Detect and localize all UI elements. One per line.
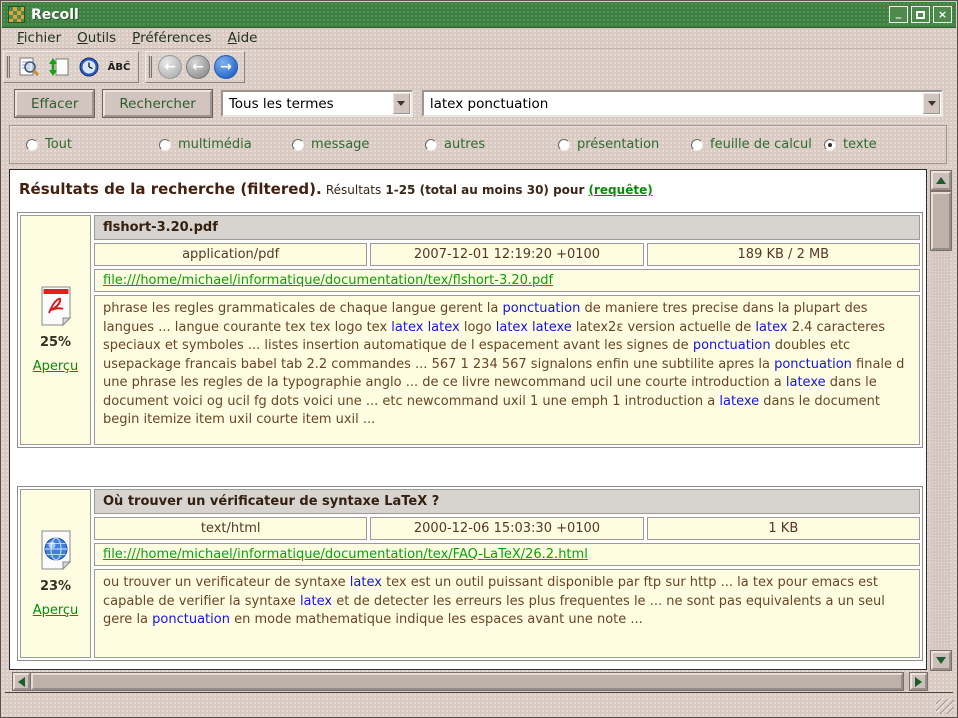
scroll-left-icon[interactable] <box>13 673 30 690</box>
result-title[interactable]: flshort-3.20.pdf <box>94 215 920 240</box>
titlebar[interactable]: Recoll _ × <box>2 2 956 28</box>
pdf-document-icon[interactable] <box>39 286 73 326</box>
filter-radio-tout[interactable]: Tout <box>26 137 159 152</box>
search-input[interactable]: latex ponctuation <box>422 90 943 117</box>
sort-update-icon[interactable] <box>46 54 72 80</box>
scroll-right-icon[interactable] <box>910 673 927 690</box>
menubar: Fichier Outils Préférences Aide <box>2 28 956 49</box>
result-url-cell: file:///home/michael/informatique/docume… <box>94 269 920 292</box>
chevron-down-icon[interactable] <box>923 93 940 114</box>
result-mime: text/html <box>94 517 367 540</box>
recoll-window: Recoll _ × Fichier Outils Préférences Ai… <box>0 0 958 718</box>
result-url-link[interactable]: file:///home/michael/informatique/docume… <box>103 547 588 562</box>
radio-icon <box>425 139 437 151</box>
results-title: Résultats de la recherche (filtered). <box>19 180 322 198</box>
menu-aide[interactable]: Aide <box>221 28 265 48</box>
result-url-link[interactable]: file:///home/michael/informatique/docume… <box>103 273 553 288</box>
next-page-icon[interactable]: → <box>214 55 238 79</box>
chevron-down-icon[interactable] <box>393 93 410 114</box>
menu-fichier[interactable]: Fichier <box>10 28 68 48</box>
filter-radio-message[interactable]: message <box>292 137 425 152</box>
maximize-button[interactable] <box>911 6 930 23</box>
results-heading: Résultats de la recherche (filtered). Ré… <box>17 178 922 212</box>
result-date: 2000-12-06 15:03:30 +0100 <box>370 517 643 540</box>
horizontal-scrollbar[interactable] <box>13 673 927 690</box>
result-item-2: 23% Aperçu Où trouver un vérificateur de… <box>17 486 923 661</box>
toolbar-handle[interactable] <box>6 56 10 78</box>
result-title[interactable]: Où trouver un vérificateur de syntaxe La… <box>94 489 920 514</box>
toolbar: ÂBĈ ← ← → <box>3 51 245 83</box>
first-page-icon[interactable]: ← <box>158 55 182 79</box>
window-title: Recoll <box>31 7 79 23</box>
relevance-percent: 25% <box>40 335 71 350</box>
result-size: 1 KB <box>647 517 920 540</box>
horizontal-scrollbar-thumb[interactable] <box>31 673 903 690</box>
result-side-cell: 25% Aperçu <box>20 215 91 445</box>
history-clock-icon[interactable] <box>76 54 102 80</box>
vertical-scrollbar[interactable] <box>931 171 951 670</box>
resize-grip[interactable] <box>936 699 954 714</box>
recoll-app-icon <box>8 6 25 23</box>
result-snippet: ou trouver un verificateur de syntaxe la… <box>94 569 920 658</box>
result-meta-row: text/html 2000-12-06 15:03:30 +0100 1 KB <box>94 517 920 540</box>
result-meta-row: application/pdf 2007-12-01 12:19:20 +010… <box>94 243 920 266</box>
result-mime: application/pdf <box>94 243 367 266</box>
scroll-up-icon[interactable] <box>931 171 951 190</box>
close-button[interactable]: × <box>933 6 952 23</box>
term-explorer-icon[interactable]: ÂBĈ <box>106 54 132 80</box>
filter-radio-texte[interactable]: texte <box>824 137 877 152</box>
radio-icon <box>292 139 304 151</box>
filter-radio-presentation[interactable]: présentation <box>558 137 691 152</box>
advanced-search-icon[interactable] <box>16 54 42 80</box>
scroll-down-icon[interactable] <box>931 651 951 670</box>
results-list: Résultats de la recherche (filtered). Ré… <box>9 169 927 670</box>
html-document-icon[interactable] <box>39 530 73 570</box>
search-row: Effacer Rechercher Tous les termes latex… <box>15 90 943 118</box>
query-link[interactable]: (requête) <box>589 183 653 197</box>
preview-link[interactable]: Aperçu <box>33 359 79 374</box>
result-date: 2007-12-01 12:19:20 +0100 <box>370 243 643 266</box>
filter-radio-autres[interactable]: autres <box>425 137 558 152</box>
menu-preferences[interactable]: Préférences <box>125 28 218 48</box>
filter-radio-multimedia[interactable]: multimédia <box>159 137 292 152</box>
radio-icon <box>691 139 703 151</box>
vertical-scrollbar-thumb[interactable] <box>931 192 951 250</box>
toolbar-group-nav: ← ← → <box>145 51 245 83</box>
result-item-1: 25% Aperçu flshort-3.20.pdf application/… <box>17 212 923 448</box>
toolbar-group-main: ÂBĈ <box>3 51 139 83</box>
radio-icon <box>824 139 836 151</box>
toolbar-handle[interactable] <box>148 56 152 78</box>
radio-icon <box>558 139 570 151</box>
result-size: 189 KB / 2 MB <box>647 243 920 266</box>
result-side-cell: 23% Aperçu <box>20 489 91 658</box>
relevance-percent: 23% <box>40 579 71 594</box>
filter-radio-feuille-de-calcul[interactable]: feuille de calcul <box>691 137 824 152</box>
radio-icon <box>26 139 38 151</box>
search-mode-select[interactable]: Tous les termes <box>221 90 413 117</box>
maximize-icon <box>916 11 925 19</box>
result-url-cell: file:///home/michael/informatique/docume… <box>94 543 920 566</box>
category-filter-panel: Tout multimédia message autres présentat… <box>9 125 947 164</box>
radio-icon <box>159 139 171 151</box>
menu-outils[interactable]: Outils <box>70 28 123 48</box>
frame-divider <box>5 692 953 693</box>
clear-button[interactable]: Effacer <box>15 90 94 117</box>
preview-link[interactable]: Aperçu <box>33 603 79 618</box>
previous-page-icon[interactable]: ← <box>186 55 210 79</box>
minimize-button[interactable]: _ <box>889 6 908 23</box>
result-snippet: phrase les regles grammaticales de chaqu… <box>94 295 920 445</box>
search-button[interactable]: Rechercher <box>103 90 211 117</box>
